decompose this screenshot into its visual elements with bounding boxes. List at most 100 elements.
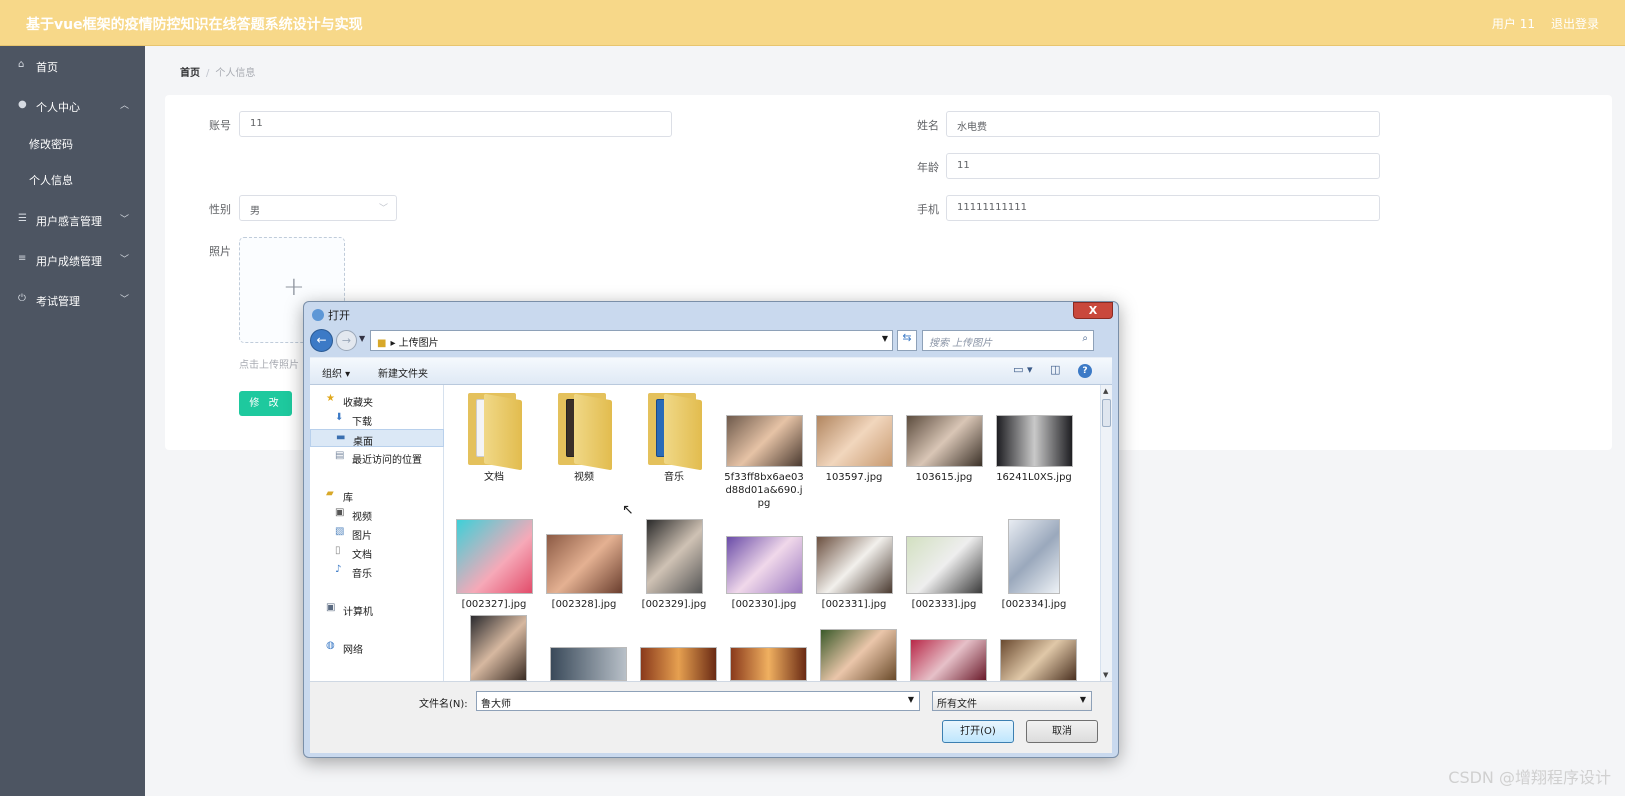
back-arrow-icon[interactable]: ←	[310, 329, 333, 352]
music-icon: ♪	[335, 564, 342, 575]
history-dropdown-icon[interactable]: ▼	[359, 334, 365, 343]
image-thumbnail	[995, 415, 1073, 467]
file-item[interactable]: 103615.jpg	[904, 415, 984, 484]
nav-documents[interactable]: ▯ 文档	[310, 543, 444, 561]
top-header: 基于vue框架的疫情防控知识在线答题系统设计与实现 用户 11 退出登录	[0, 0, 1625, 46]
file-item[interactable]: [002329].jpg	[634, 519, 714, 611]
folder-item[interactable]: 音乐	[634, 389, 714, 484]
image-thumbnail[interactable]	[1000, 639, 1077, 681]
file-item[interactable]: [002327].jpg	[454, 519, 534, 611]
image-thumbnail	[545, 534, 623, 594]
file-item[interactable]: 16241L0XS.jpg	[994, 415, 1074, 484]
open-button[interactable]: 打开(O)	[942, 720, 1014, 743]
sidebar-item-user-scores[interactable]: ≡ 用户成绩管理 ﹀	[0, 250, 145, 270]
sidebar-item-personal-center[interactable]: ● 个人中心 ︿	[0, 96, 145, 116]
nav-downloads[interactable]: ⬇ 下载	[310, 410, 444, 428]
chevron-down-icon: ﹀	[119, 295, 129, 305]
chevron-up-icon: ︿	[119, 101, 129, 111]
folder-icon	[554, 389, 614, 471]
image-thumbnail	[725, 415, 803, 467]
file-name: [002328].jpg	[551, 599, 617, 610]
scroll-thumb[interactable]	[1102, 399, 1111, 427]
chevron-down-icon[interactable]: ▼	[882, 334, 888, 343]
name-input[interactable]: 水电费	[946, 111, 1380, 137]
forward-arrow-icon[interactable]: →	[336, 330, 357, 351]
image-thumbnail[interactable]	[640, 647, 717, 681]
dialog-title: 打开	[312, 307, 350, 323]
new-folder-button[interactable]: 新建文件夹	[378, 365, 428, 380]
image-thumbnail[interactable]	[550, 647, 627, 681]
image-thumbnail[interactable]	[730, 647, 807, 681]
account-input[interactable]: 11	[239, 111, 672, 137]
logout-link[interactable]: 退出登录	[1551, 15, 1599, 32]
scroll-up-icon[interactable]: ▲	[1103, 387, 1108, 395]
file-item[interactable]: [002334].jpg	[994, 519, 1074, 611]
breadcrumb-home[interactable]: 首页	[180, 68, 200, 79]
age-input[interactable]: 11	[946, 153, 1380, 179]
cancel-button[interactable]: 取消	[1026, 720, 1098, 743]
sidebar-item-home[interactable]: ⌂ 首页	[0, 56, 145, 76]
sidebar-item-label: 个人中心	[36, 101, 80, 114]
chevron-down-icon: ▼	[1079, 695, 1086, 704]
refresh-icon[interactable]: ⇆	[897, 330, 917, 351]
image-thumbnail[interactable]	[470, 615, 527, 681]
filename-label: 文件名(N):	[419, 699, 468, 710]
address-bar[interactable]: ■ ▸ 上传图片 ▼	[370, 330, 893, 351]
user-icon: ●	[18, 99, 27, 110]
filename-input[interactable]: 鲁大师 ▼	[476, 691, 920, 711]
chevron-down-icon[interactable]: ▼	[908, 695, 914, 704]
close-button[interactable]: X	[1073, 302, 1113, 319]
help-icon[interactable]: ?	[1078, 364, 1092, 378]
view-options-icon[interactable]: ▭ ▾	[1013, 363, 1032, 376]
desktop-icon: ▬	[336, 432, 346, 443]
vertical-scrollbar[interactable]: ▲ ▼	[1100, 385, 1112, 681]
app-title: 基于vue框架的疫情防控知识在线答题系统设计与实现	[26, 17, 363, 33]
preview-pane-icon[interactable]: ◫	[1050, 363, 1060, 376]
file-name: 文档	[484, 472, 504, 483]
scroll-down-icon[interactable]: ▼	[1103, 671, 1108, 679]
nav-music[interactable]: ♪ 音乐	[310, 562, 444, 580]
submit-button[interactable]: 修 改	[239, 391, 292, 416]
nav-pictures[interactable]: ▧ 图片	[310, 524, 444, 542]
search-input[interactable]: 搜索 上传图片 ⌕	[922, 330, 1094, 351]
phone-input[interactable]: 11111111111	[946, 195, 1380, 221]
nav-computer[interactable]: ▣ 计算机	[310, 600, 444, 618]
organize-button[interactable]: 组织 ▾	[322, 365, 350, 380]
nav-desktop[interactable]: ▬ 桌面	[310, 429, 444, 448]
nav-favorites[interactable]: ★ 收藏夹	[310, 391, 444, 409]
nav-libraries[interactable]: ▰ 库	[310, 486, 444, 504]
sidebar-item-personal-info[interactable]: 个人信息	[29, 172, 73, 188]
sidebar-item-user-feedback[interactable]: ☰ 用户感言管理 ﹀	[0, 210, 145, 230]
star-icon: ★	[326, 393, 335, 404]
nav-label: 库	[343, 493, 353, 504]
file-item[interactable]: [002333].jpg	[904, 519, 984, 611]
image-thumbnail[interactable]	[820, 629, 897, 681]
folder-item[interactable]: 文档	[454, 389, 534, 484]
sidebar-item-change-password[interactable]: 修改密码	[29, 136, 73, 152]
name-label: 姓名	[917, 119, 939, 132]
sidebar-item-exam-mgmt[interactable]: ⏻ 考试管理 ﹀	[0, 290, 145, 310]
image-thumbnail	[645, 519, 703, 594]
file-item[interactable]: [002331].jpg	[814, 519, 894, 611]
gender-select[interactable]: 男 ﹀	[239, 195, 397, 221]
nav-recent[interactable]: ▤ 最近访问的位置	[310, 448, 444, 466]
file-item[interactable]: 5f33ff8bx6ae03d88d01a&690.jpg	[724, 415, 804, 510]
nav-videos[interactable]: ▣ 视频	[310, 505, 444, 523]
file-type-select[interactable]: 所有文件 ▼	[932, 691, 1092, 711]
nav-network[interactable]: ◍ 网络	[310, 638, 444, 656]
image-thumbnail	[1008, 519, 1060, 594]
file-item-selected[interactable]: [002328].jpg	[544, 519, 624, 611]
file-name: [002329].jpg	[641, 599, 707, 610]
image-thumbnail[interactable]	[910, 639, 987, 681]
file-item[interactable]: 103597.jpg	[814, 415, 894, 484]
file-item[interactable]: [002330].jpg	[724, 519, 804, 611]
file-name: [002331].jpg	[821, 599, 887, 610]
image-thumbnail	[455, 519, 533, 594]
dialog-toolbar: 组织 ▾ 新建文件夹 ▭ ▾ ◫ ?	[310, 357, 1112, 385]
document-icon: ▯	[335, 545, 341, 556]
file-name: [002334].jpg	[1001, 599, 1067, 610]
folder-item[interactable]: 视频	[544, 389, 624, 484]
folder-icon: ■	[377, 338, 387, 349]
sidebar-item-label: 考试管理	[36, 295, 80, 308]
recent-places-icon: ▤	[335, 450, 345, 461]
